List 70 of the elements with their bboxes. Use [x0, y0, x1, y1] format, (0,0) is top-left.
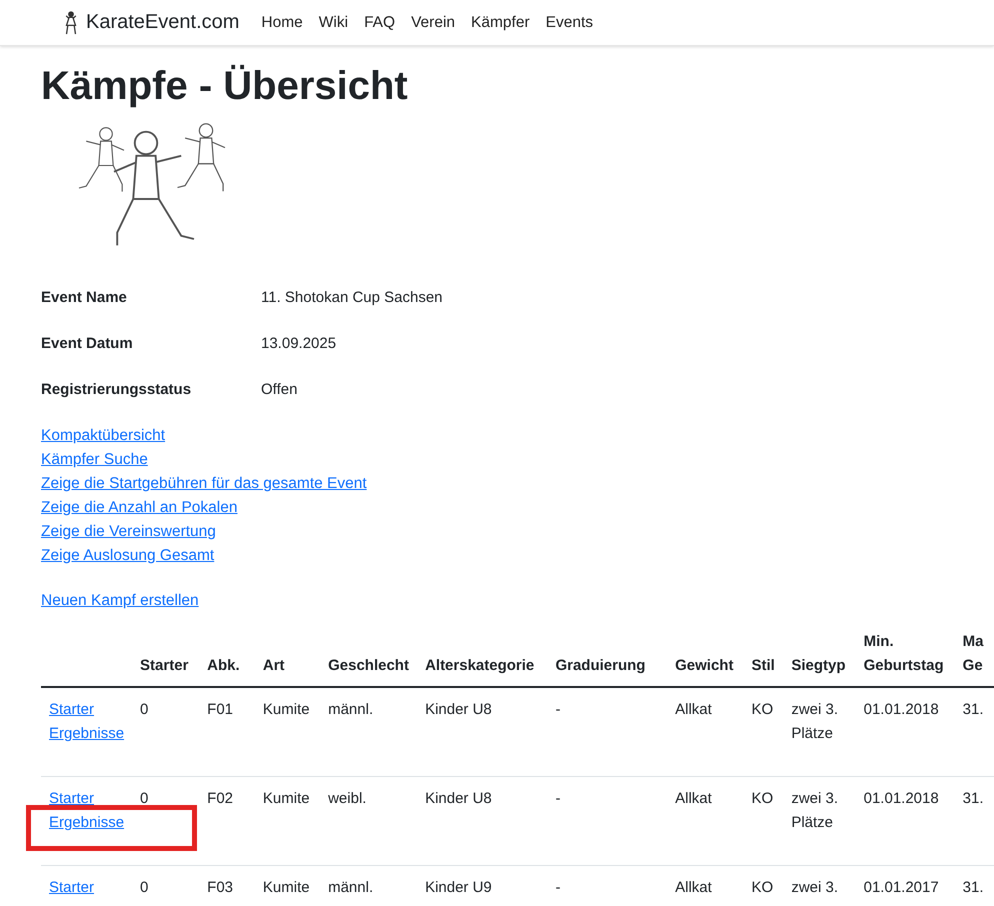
table-cell: KO: [751, 879, 774, 896]
event-link[interactable]: Zeige die Vereinswertung: [41, 520, 216, 544]
page-title: Kämpfe - Übersicht: [41, 64, 409, 109]
event-link[interactable]: Zeige Auslosung Gesamt: [41, 544, 214, 568]
nav-link[interactable]: Verein: [411, 14, 456, 32]
column-header: Stil: [751, 657, 775, 674]
row-link[interactable]: Starter: [49, 876, 94, 900]
table-cell: 31.: [962, 790, 984, 807]
info-value: 11. Shotokan Cup Sachsen: [261, 289, 444, 306]
table-cell: Allkat: [675, 879, 712, 896]
event-link[interactable]: Zeige die Startgebühren für das gesamte Event: [41, 472, 367, 496]
event-link[interactable]: Kompaktübersicht: [41, 424, 166, 448]
table-cell: -: [555, 701, 560, 718]
column-header: Starter: [140, 657, 188, 674]
table-cell: 0: [140, 879, 148, 896]
table-cell: 01.01.2018: [864, 790, 939, 807]
table-cell: 31.: [962, 879, 984, 896]
info-label: Event Name: [41, 289, 128, 306]
table-cell: Kinder U8: [425, 701, 492, 718]
column-header: Ma Ge: [962, 633, 984, 674]
table-cell: Kumite: [262, 701, 310, 718]
info-label: Registrierungsstatus: [41, 381, 192, 398]
column-header: Gewicht: [675, 657, 734, 674]
table-cell: KO: [751, 790, 774, 807]
table-cell: männl.: [328, 879, 374, 896]
table-cell: Kinder U9: [425, 879, 492, 896]
table-cell: Allkat: [675, 790, 712, 807]
table-cell: männl.: [328, 701, 374, 718]
info-value: Offen: [261, 381, 298, 398]
nav-link[interactable]: Kämpfer: [471, 14, 530, 32]
table-cell: 01.01.2018: [864, 701, 939, 718]
table-cell: Kumite: [262, 879, 310, 896]
table-cell: -: [555, 879, 560, 896]
column-header: Siegtyp: [791, 657, 846, 674]
column-header: Graduierung: [555, 657, 646, 674]
table-cell: 01.01.2017: [864, 879, 939, 896]
column-header: Alterskategorie: [425, 657, 534, 674]
table-cell: 0: [140, 790, 148, 807]
table-cell: weibl.: [328, 790, 366, 807]
info-value: 13.09.2025: [261, 335, 338, 352]
table-cell: Kumite: [262, 790, 310, 807]
table-cell: zwei 3. Plätze: [791, 790, 838, 831]
table-cell: -: [555, 790, 560, 807]
table-cell: 31.: [962, 701, 984, 718]
table-cell: zwei 3. Plätze: [791, 701, 838, 742]
row-link[interactable]: Ergebnisse: [49, 722, 124, 746]
create-fight-link[interactable]: Neuen Kampf erstellen: [41, 592, 199, 610]
table-cell: Kinder U8: [425, 790, 492, 807]
table-cell: 0: [140, 701, 148, 718]
brand-name[interactable]: KarateEvent.com: [86, 11, 240, 34]
nav-link[interactable]: Events: [546, 14, 594, 32]
column-header: Geschlecht: [328, 657, 409, 674]
table-cell: F02: [207, 790, 234, 807]
column-header: Abk.: [207, 657, 240, 674]
table-cell: Allkat: [675, 701, 712, 718]
table-cell: F01: [207, 701, 234, 718]
table-cell: KO: [751, 701, 774, 718]
table-cell: zwei 3.: [791, 879, 838, 896]
row-link[interactable]: Starter: [49, 787, 94, 811]
row-link[interactable]: Starter: [49, 698, 94, 722]
nav-link[interactable]: Wiki: [318, 14, 348, 32]
nav-link[interactable]: Home: [261, 14, 303, 32]
event-link[interactable]: Kämpfer Suche: [41, 448, 148, 472]
info-label: Event Datum: [41, 335, 134, 352]
row-link[interactable]: Ergebnisse: [49, 811, 124, 835]
column-header: Min. Geburtstag: [864, 633, 944, 674]
event-link[interactable]: Zeige die Anzahl an Pokalen: [41, 496, 238, 520]
nav-link[interactable]: FAQ: [364, 14, 396, 32]
column-header: Art: [262, 657, 285, 674]
table-cell: F03: [207, 879, 234, 896]
